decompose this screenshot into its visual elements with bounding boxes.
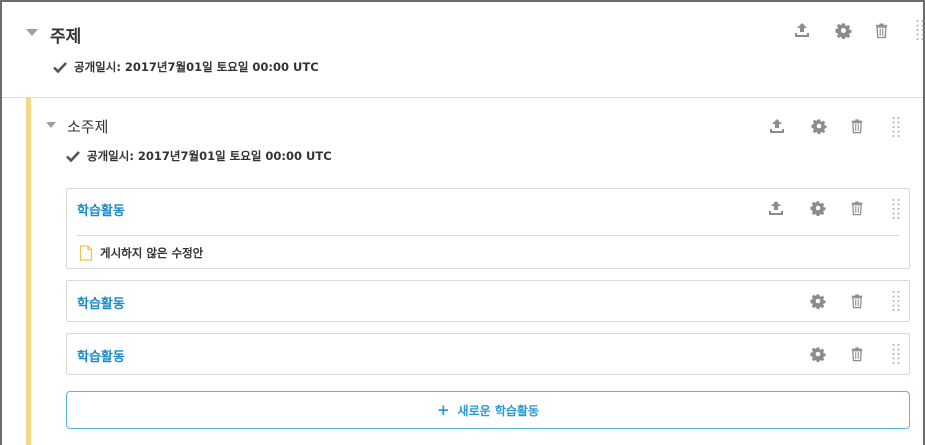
drag-handle-icon[interactable] xyxy=(891,290,901,312)
section-title[interactable]: 주제 xyxy=(50,22,81,47)
activity-divider xyxy=(77,235,899,236)
activity-card: 학습활동 xyxy=(66,280,910,322)
check-icon xyxy=(53,60,67,74)
activity-title-link[interactable]: 학습활동 xyxy=(77,200,125,219)
drag-handle-icon[interactable] xyxy=(891,343,901,365)
gear-icon[interactable] xyxy=(809,345,827,363)
document-icon xyxy=(79,245,93,261)
section-release-text: 공개일시: 2017년7월01일 토요일 00:00 UTC xyxy=(74,60,319,74)
section-release-status: 공개일시: 2017년7월01일 토요일 00:00 UTC xyxy=(53,59,319,75)
gear-icon[interactable] xyxy=(809,292,827,310)
drag-handle-icon[interactable] xyxy=(915,19,925,41)
upload-icon[interactable] xyxy=(793,21,811,39)
course-outline: 주제 공개일시: 2017년7월01일 토요일 00:00 UTC 소주제 공개… xyxy=(0,0,925,445)
upload-icon[interactable] xyxy=(767,199,785,217)
add-activity-button[interactable]: + 새로운 학습활동 xyxy=(66,391,910,429)
gear-icon[interactable] xyxy=(810,117,828,135)
trash-icon[interactable] xyxy=(848,199,866,217)
subsection-release-status: 공개일시: 2017년7월01일 토요일 00:00 UTC xyxy=(66,148,332,164)
activity-card: 학습활동 xyxy=(66,333,910,375)
gear-icon[interactable] xyxy=(809,199,827,217)
gear-icon[interactable] xyxy=(834,21,852,39)
unpublished-note: 게시하지 않은 수정안 xyxy=(79,245,203,261)
add-activity-label: 새로운 학습활동 xyxy=(457,403,540,418)
subsection-title[interactable]: 소주제 xyxy=(67,116,108,137)
trash-icon[interactable] xyxy=(848,292,866,310)
drag-handle-icon[interactable] xyxy=(891,198,901,220)
unpublished-note-text: 게시하지 않은 수정안 xyxy=(100,246,204,260)
section-divider xyxy=(2,97,923,98)
subsection-release-text: 공개일시: 2017년7월01일 토요일 00:00 UTC xyxy=(87,149,332,163)
drag-handle-icon[interactable] xyxy=(891,116,901,138)
trash-icon[interactable] xyxy=(848,117,866,135)
trash-icon[interactable] xyxy=(872,21,890,39)
subsection-rail xyxy=(26,98,31,445)
caret-down-icon[interactable] xyxy=(46,122,56,128)
trash-icon[interactable] xyxy=(848,345,866,363)
check-icon xyxy=(66,149,80,163)
activity-title-link[interactable]: 학습활동 xyxy=(77,346,125,365)
activity-card: 학습활동 게시하지 않은 수정안 xyxy=(66,188,910,269)
activity-title-link[interactable]: 학습활동 xyxy=(77,293,125,312)
upload-icon[interactable] xyxy=(768,117,786,135)
plus-icon: + xyxy=(436,400,450,419)
caret-down-icon[interactable] xyxy=(26,29,38,36)
